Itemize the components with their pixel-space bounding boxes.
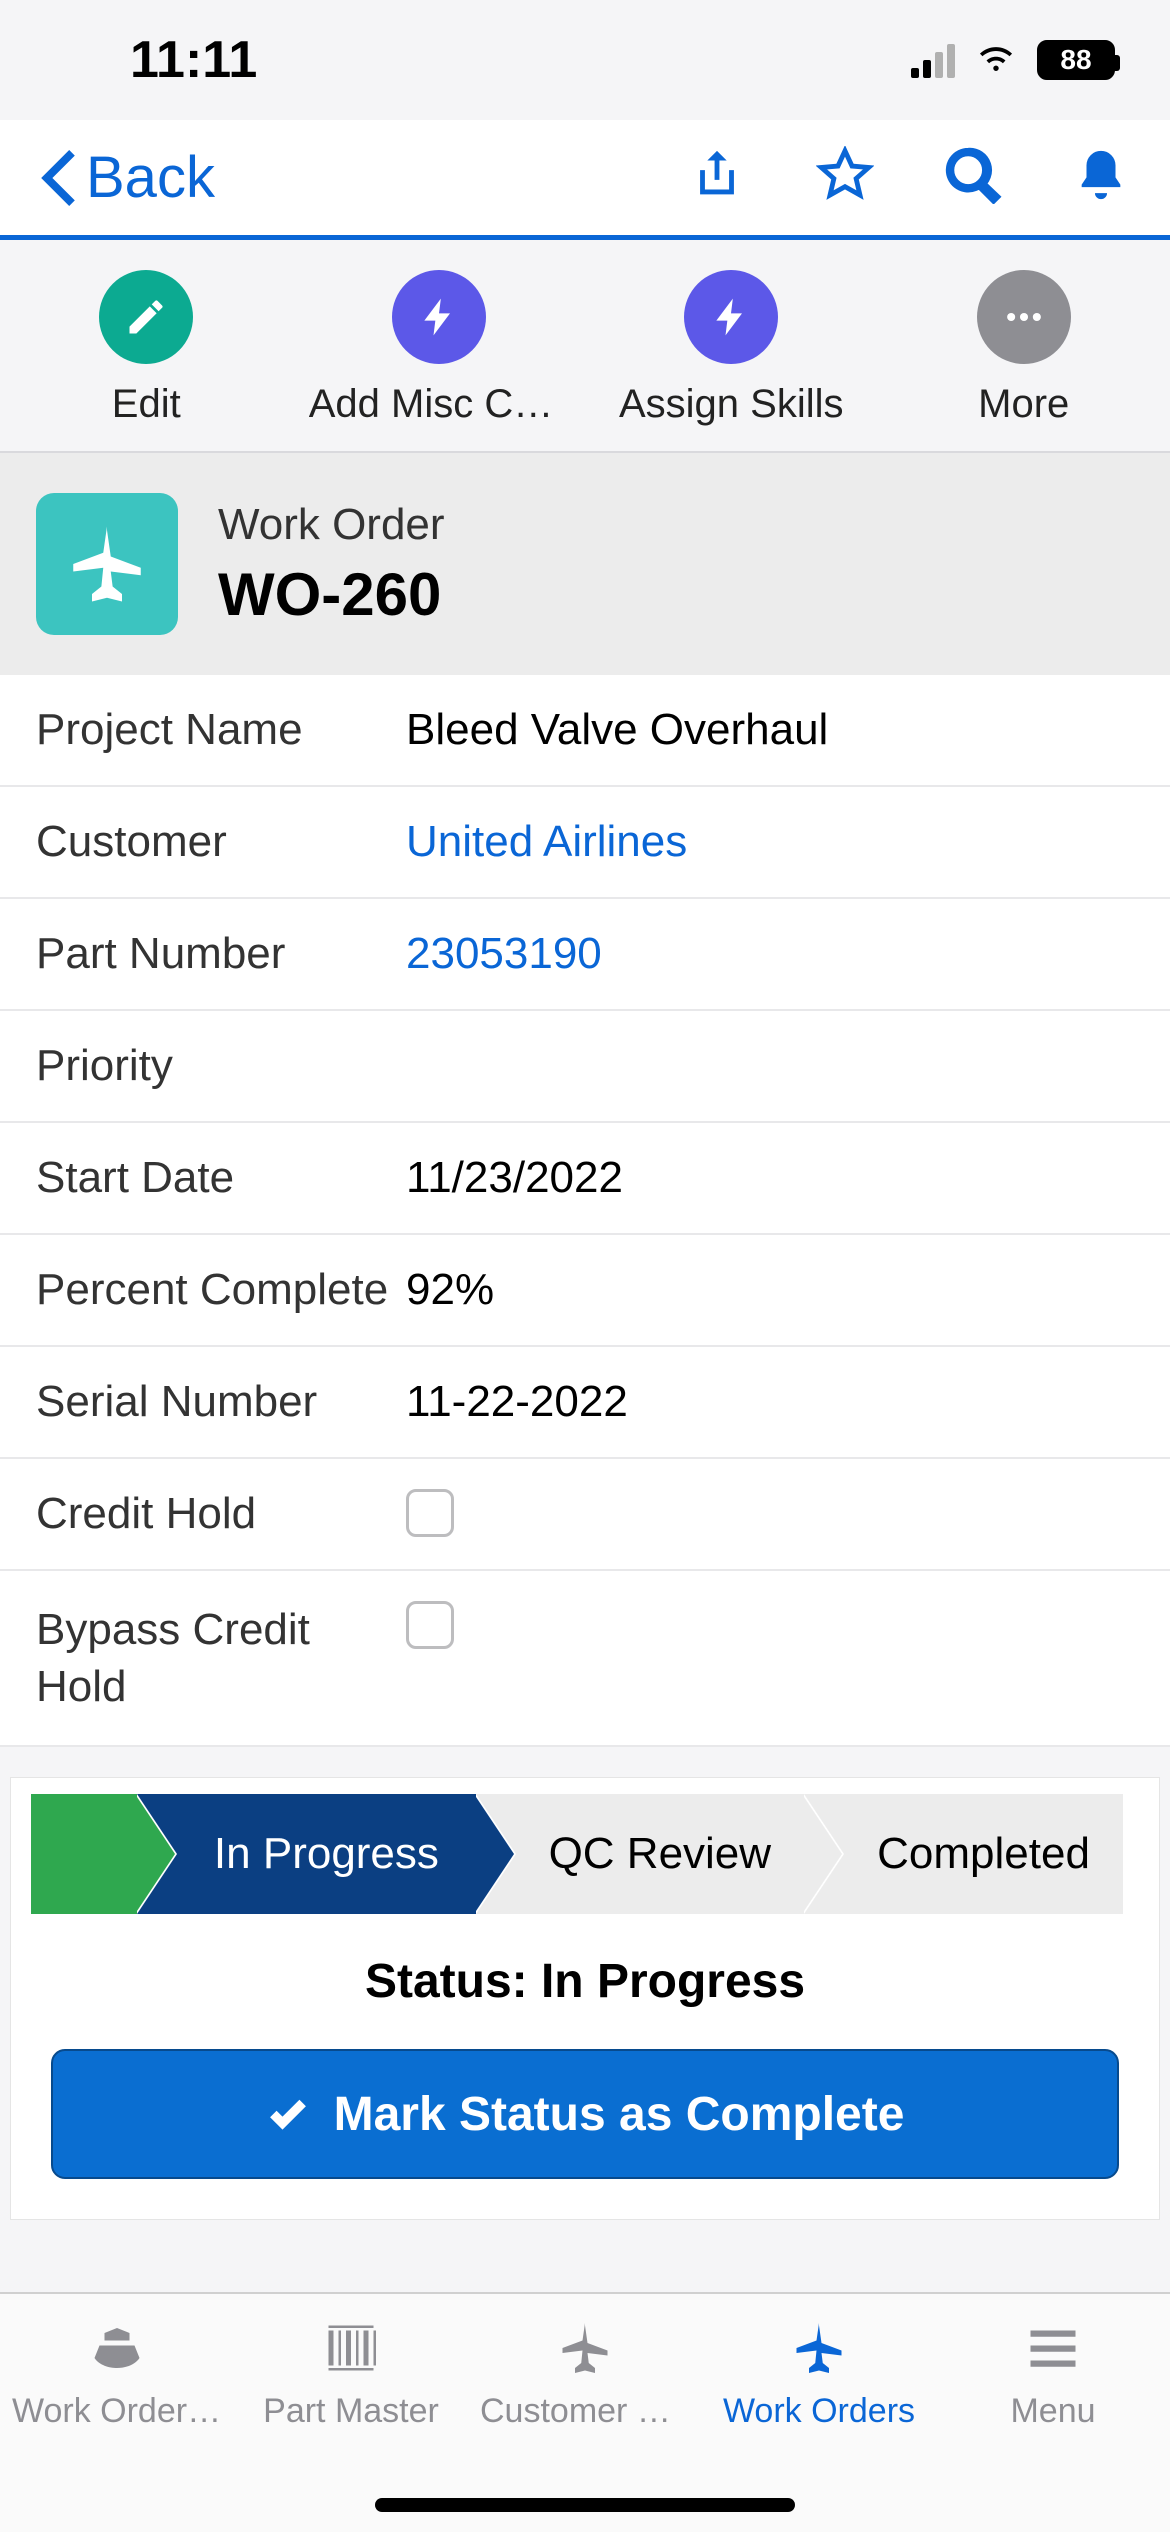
- bell-icon: [1072, 146, 1130, 204]
- stage-prev[interactable]: [31, 1794, 137, 1914]
- label-customer: Customer: [36, 817, 406, 867]
- action-more[interactable]: More: [878, 270, 1170, 427]
- menu-icon: [1018, 2318, 1088, 2378]
- mark-complete-button[interactable]: Mark Status as Complete: [51, 2049, 1119, 2179]
- value-customer-link[interactable]: United Airlines: [406, 817, 687, 867]
- label-priority: Priority: [36, 1041, 406, 1091]
- row-percent-complete: Percent Complete 92%: [0, 1235, 1170, 1347]
- value-project-name: Bleed Valve Overhaul: [406, 705, 828, 755]
- work-order-id: WO-260: [218, 560, 445, 629]
- row-credit-hold: Credit Hold: [0, 1459, 1170, 1571]
- tab-label-work-orders: Work Orders: [723, 2392, 915, 2431]
- checkbox-credit-hold[interactable]: [406, 1489, 454, 1537]
- row-bypass-credit-hold: Bypass Credit Hold: [0, 1571, 1170, 1747]
- label-project-name: Project Name: [36, 705, 406, 755]
- stage-completed[interactable]: Completed: [804, 1794, 1123, 1914]
- status-right: 88: [911, 30, 1115, 90]
- tab-part-master[interactable]: Part Master: [234, 2318, 468, 2431]
- nav-bar: Back: [0, 120, 1170, 240]
- row-project-name: Project Name Bleed Valve Overhaul: [0, 675, 1170, 787]
- action-add-misc-label: Add Misc Charg…: [309, 382, 569, 427]
- airplane-icon: [550, 2318, 620, 2378]
- details-list: Project Name Bleed Valve Overhaul Custom…: [0, 675, 1170, 1747]
- stage-in-progress-label: In Progress: [174, 1829, 439, 1879]
- label-bypass-credit-hold: Bypass Credit Hold: [36, 1601, 406, 1715]
- action-edit[interactable]: Edit: [0, 270, 293, 427]
- ship-icon: [82, 2318, 152, 2378]
- header-type-label: Work Order: [218, 500, 445, 550]
- action-more-label: More: [978, 382, 1069, 427]
- action-assign-skills[interactable]: Assign Skills: [585, 270, 878, 427]
- tab-work-order-tools[interactable]: Work Order To…: [0, 2318, 234, 2431]
- search-icon: [944, 146, 1002, 204]
- tab-label-menu: Menu: [1010, 2392, 1095, 2431]
- tab-label-part-master: Part Master: [263, 2392, 439, 2431]
- label-start-date: Start Date: [36, 1153, 406, 1203]
- action-assign-skills-label: Assign Skills: [619, 382, 844, 427]
- actions-toolbar: Edit Add Misc Charg… Assign Skills More: [0, 240, 1170, 453]
- home-indicator: [375, 2498, 795, 2512]
- value-start-date: 11/23/2022: [406, 1153, 623, 1203]
- tab-label-work-order-tools: Work Order To…: [12, 2392, 222, 2431]
- stage-completed-label: Completed: [837, 1829, 1090, 1879]
- bottom-tab-bar: Work Order To… Part Master Customer Quot…: [0, 2292, 1170, 2532]
- label-credit-hold: Credit Hold: [36, 1489, 406, 1539]
- tab-work-orders[interactable]: Work Orders: [702, 2318, 936, 2431]
- more-icon: [977, 270, 1071, 364]
- lightning-icon: [392, 270, 486, 364]
- status-section: In Progress QC Review Completed Status: …: [10, 1777, 1160, 2220]
- status-chevron-bar: In Progress QC Review Completed: [11, 1794, 1159, 1914]
- row-customer: Customer United Airlines: [0, 787, 1170, 899]
- row-start-date: Start Date 11/23/2022: [0, 1123, 1170, 1235]
- status-bar: 11:11 88: [0, 0, 1170, 120]
- lightning-icon: [684, 270, 778, 364]
- label-percent-complete: Percent Complete: [36, 1265, 406, 1315]
- notifications-button[interactable]: [1072, 146, 1130, 209]
- work-order-header: Work Order WO-260: [0, 453, 1170, 675]
- cellular-signal-icon: [911, 42, 955, 78]
- wifi-icon: [973, 30, 1019, 90]
- battery-percent: 88: [1060, 44, 1091, 76]
- chevron-left-icon: [40, 150, 76, 206]
- back-label: Back: [86, 144, 215, 211]
- action-add-misc-charge[interactable]: Add Misc Charg…: [293, 270, 586, 427]
- stage-qc-review[interactable]: QC Review: [476, 1794, 805, 1914]
- star-icon: [816, 146, 874, 204]
- airplane-icon: [36, 493, 178, 635]
- row-serial-number: Serial Number 11-22-2022: [0, 1347, 1170, 1459]
- share-button[interactable]: [688, 146, 746, 209]
- label-serial-number: Serial Number: [36, 1377, 406, 1427]
- search-button[interactable]: [944, 146, 1002, 209]
- check-icon: [266, 2092, 310, 2136]
- value-part-number-link[interactable]: 23053190: [406, 929, 602, 979]
- checkbox-bypass-credit-hold[interactable]: [406, 1601, 454, 1649]
- status-time: 11:11: [130, 30, 257, 90]
- tab-label-customer-quotes: Customer Quot…: [480, 2392, 690, 2431]
- stage-qc-review-label: QC Review: [509, 1829, 772, 1879]
- mark-complete-label: Mark Status as Complete: [334, 2087, 905, 2142]
- stage-in-progress[interactable]: In Progress: [137, 1794, 475, 1914]
- row-priority: Priority: [0, 1011, 1170, 1123]
- tab-menu[interactable]: Menu: [936, 2318, 1170, 2431]
- airplane-icon: [784, 2318, 854, 2378]
- value-percent-complete: 92%: [406, 1265, 494, 1315]
- action-edit-label: Edit: [112, 382, 181, 427]
- favorite-button[interactable]: [816, 146, 874, 209]
- row-part-number: Part Number 23053190: [0, 899, 1170, 1011]
- battery-icon: 88: [1037, 40, 1115, 80]
- status-current-label: Status: In Progress: [11, 1954, 1159, 2009]
- label-part-number: Part Number: [36, 929, 406, 979]
- share-icon: [688, 146, 746, 204]
- back-button[interactable]: Back: [40, 144, 215, 211]
- value-serial-number: 11-22-2022: [406, 1377, 628, 1427]
- pencil-icon: [99, 270, 193, 364]
- barcode-icon: [316, 2318, 386, 2378]
- tab-customer-quotes[interactable]: Customer Quot…: [468, 2318, 702, 2431]
